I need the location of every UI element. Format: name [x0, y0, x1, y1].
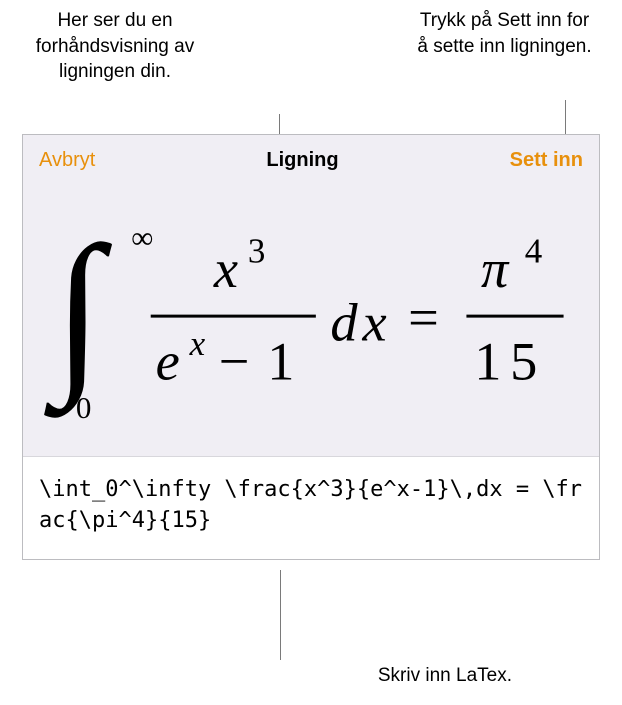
svg-text:π: π [481, 239, 510, 299]
svg-text:x: x [189, 324, 206, 363]
svg-text:∞: ∞ [131, 220, 153, 255]
callout-line [280, 570, 281, 660]
callout-latex-text: Skriv inn LaTex. [378, 665, 512, 687]
callout-insert-text: Trykk på Sett inn for å sette inn lignin… [417, 8, 592, 59]
equation-preview: ∫ ∞ 0 x 3 e x − 1 d x = π 4 1 [23, 186, 599, 456]
svg-text:∫: ∫ [44, 210, 113, 419]
svg-text:1: 1 [474, 331, 501, 391]
svg-text:e: e [156, 331, 180, 391]
insert-button[interactable]: Sett inn [510, 149, 583, 172]
svg-text:x: x [213, 239, 238, 299]
svg-text:1: 1 [267, 331, 294, 391]
svg-text:=: = [408, 288, 439, 348]
svg-text:4: 4 [525, 232, 542, 271]
svg-text:−: − [219, 331, 250, 391]
dialog-title: Ligning [266, 149, 338, 172]
latex-input-area[interactable]: \int_0^\infty \frac{x^3}{e^x-1}\,dx = \f… [23, 456, 599, 559]
svg-text:x: x [361, 292, 386, 352]
rendered-equation: ∫ ∞ 0 x 3 e x − 1 d x = π 4 1 [39, 196, 583, 446]
latex-input[interactable]: \int_0^\infty \frac{x^3}{e^x-1}\,dx = \f… [39, 475, 583, 537]
cancel-button[interactable]: Avbryt [39, 149, 95, 172]
svg-text:3: 3 [248, 232, 265, 271]
equation-dialog: Avbryt Ligning Sett inn ∫ ∞ 0 x 3 e x − … [22, 134, 600, 560]
dialog-header: Avbryt Ligning Sett inn [23, 135, 599, 186]
svg-text:5: 5 [510, 331, 537, 391]
callout-preview-text: Her ser du en forhåndsvisning av ligning… [30, 8, 200, 85]
svg-text:d: d [330, 292, 358, 352]
svg-text:0: 0 [76, 390, 92, 425]
